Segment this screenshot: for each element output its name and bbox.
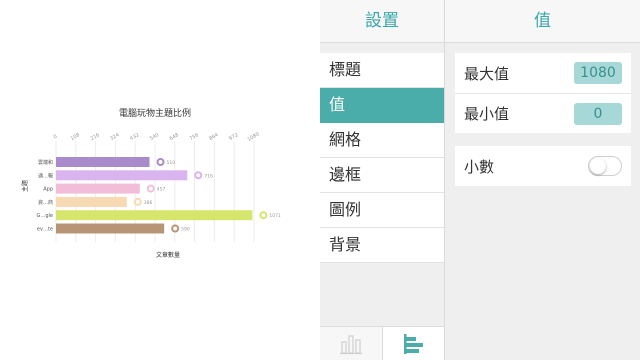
data-label: 716 [204,173,213,179]
bar [56,196,127,207]
y-axis-label: 主題 [21,180,29,192]
chart-title: 電腦玩物主題比例 [119,107,191,119]
menu-item-values[interactable]: 值 [320,88,444,123]
decimal-card: 小數 [455,146,631,186]
value-markers: 510 716 457 386 1071 590 [133,158,281,233]
min-value-field[interactable]: 0 [574,102,622,125]
decimal-label: 小數 [464,157,495,176]
menu-item-grid[interactable]: 網格 [320,123,444,158]
tab-horizontal-bars[interactable] [381,327,444,360]
category-label: ev…te [37,227,53,233]
value-settings-column: 值 最大值 1080 最小值 0 小數 [445,0,640,360]
data-label: 590 [181,227,190,233]
category-labels: 雲端和通…報 App 資…商 G…gle ev…te [36,159,53,233]
toggle-knob [590,158,606,174]
bar [56,170,188,181]
horizontal-bar-chart-icon [404,333,424,354]
value-marker [194,171,203,180]
value-marker [133,197,142,206]
bar-chart: 電腦玩物主題比例 0 108 216 324 432 540 648 756 864 972 108… [21,107,281,259]
range-card: 最大值 1080 最小值 0 [455,53,631,133]
bar [56,223,165,234]
tab-vertical-bars[interactable] [320,327,382,360]
category-label: 雲端和 [38,159,53,166]
decimal-toggle[interactable] [588,156,622,176]
value-header: 值 [445,0,640,43]
max-value-field[interactable]: 1080 [574,62,622,84]
value-marker [171,224,180,233]
menu-item-background[interactable]: 背景 [320,228,444,263]
vertical-bar-chart-icon [339,334,362,354]
x-tick-label: 540 [149,132,160,142]
bar [56,157,150,167]
value-marker [146,184,155,193]
x-tick-label: 648 [169,132,180,142]
max-value-row: 最大值 1080 [455,53,631,93]
x-tick-label: 324 [109,132,120,142]
category-label: App [43,187,53,193]
min-value-label: 最小值 [464,105,510,123]
max-value-label: 最大值 [464,64,510,83]
data-label: 457 [157,187,166,193]
category-label: 資…商 [38,199,53,206]
data-label: 510 [167,160,176,166]
data-label: 386 [144,200,153,206]
x-tick-label: 108 [70,132,81,142]
bar [56,183,140,194]
category-label: G…gle [36,213,53,219]
x-tick-label: 432 [129,132,140,142]
category-label: 通…報 [38,172,53,179]
x-tick-label: 864 [208,132,219,142]
bar [56,210,253,221]
x-tick-label: 216 [89,132,100,142]
x-tick-label: 0 [53,134,59,141]
decimal-row: 小數 [455,146,631,186]
settings-menu: 標題 值 網格 邊框 圖例 背景 [320,53,444,263]
settings-column: 設置 標題 值 網格 邊框 圖例 背景 [320,0,445,360]
chart-pane: 電腦玩物主題比例 0 108 216 324 432 540 648 756 864 972 108… [0,0,320,360]
value-marker [156,158,165,166]
value-marker [259,211,268,220]
bars [56,157,253,234]
x-tick-label: 756 [188,132,199,142]
x-tick-labels: 0 108 216 324 432 540 648 756 864 972 1080 [53,131,261,143]
settings-header: 設置 [320,0,444,43]
menu-item-legend[interactable]: 圖例 [320,193,444,228]
x-axis-label: 文章數量 [156,251,180,259]
data-label: 1071 [269,213,281,219]
x-tick-label: 972 [228,132,239,142]
chart-type-tabs [320,326,444,360]
menu-item-title[interactable]: 標題 [320,53,444,88]
menu-item-border[interactable]: 邊框 [320,158,444,193]
min-value-row: 最小值 0 [455,93,631,133]
